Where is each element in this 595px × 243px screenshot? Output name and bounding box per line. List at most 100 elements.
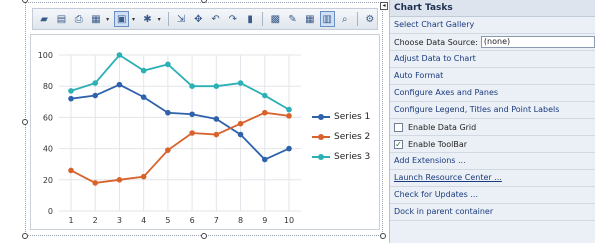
- x-tick-label: 9: [262, 216, 267, 225]
- data-point: [189, 83, 195, 89]
- dock-parent-link[interactable]: Dock in parent container: [390, 204, 595, 221]
- data-point: [140, 94, 147, 100]
- add-extensions-link[interactable]: Add Extensions ...: [390, 153, 595, 170]
- chart-type-icon[interactable]: ▦: [89, 11, 103, 27]
- chart-toolbar: ▰ ▤ ⎙ ▦ ▾ ▣ ▾ ✱ ▾ ⇲ ✥ ↶ ↷ ▮ ▩ ✎ ▦ ▥ ⌕ ⚙: [32, 8, 378, 30]
- data-source-label: Choose Data Source:: [394, 37, 478, 47]
- chevron-down-icon[interactable]: ▾: [158, 16, 163, 23]
- zoom-icon[interactable]: ⌕: [338, 11, 352, 27]
- enable-data-grid-checkbox[interactable]: [394, 122, 403, 132]
- toolbar-separator: [262, 12, 264, 26]
- gallery-icon[interactable]: ▩: [268, 11, 282, 27]
- select-chart-gallery-link[interactable]: Select Chart Gallery: [390, 17, 595, 34]
- x-tick-label: 8: [238, 216, 243, 225]
- legend-swatch: [312, 132, 330, 142]
- resize-handle-bottom-right[interactable]: [380, 233, 386, 239]
- toolbar-separator: [356, 12, 358, 26]
- x-tick-label: 1: [68, 216, 73, 225]
- chevron-down-icon[interactable]: ▾: [106, 16, 111, 23]
- palette-icon[interactable]: ▣: [114, 11, 129, 27]
- data-point: [189, 111, 195, 118]
- configure-legend-link[interactable]: Configure Legend, Titles and Point Label…: [390, 102, 595, 119]
- data-point: [140, 67, 147, 74]
- chevron-down-icon[interactable]: ▾: [132, 16, 137, 23]
- data-point: [165, 147, 171, 153]
- data-point: [213, 116, 220, 122]
- x-tick-label: 5: [165, 216, 170, 225]
- smart-tag-icon[interactable]: ◂: [380, 2, 388, 10]
- data-point: [286, 145, 292, 152]
- y-tick-label: 100: [38, 51, 53, 60]
- data-point: [116, 81, 123, 88]
- series-line-2: [70, 111, 290, 184]
- launch-resource-center-label: Launch Resource Center ...: [394, 173, 502, 182]
- data-point: [116, 177, 123, 183]
- data-point: [237, 131, 244, 138]
- data-point: [92, 180, 99, 186]
- legend-label: Series 2: [334, 132, 371, 142]
- data-point: [68, 167, 74, 174]
- adjust-data-link[interactable]: Adjust Data to Chart: [390, 51, 595, 68]
- data-point: [213, 131, 220, 138]
- data-point: [165, 109, 171, 116]
- legend-swatch: [312, 152, 330, 162]
- data-point: [140, 173, 147, 180]
- enable-toolbar-label: Enable ToolBar: [408, 139, 468, 149]
- enable-toolbar-row[interactable]: ✓ Enable ToolBar: [390, 136, 595, 153]
- data-point: [237, 80, 244, 86]
- legend-item-series-3: Series 3: [312, 147, 374, 167]
- enable-data-grid-label: Enable Data Grid: [408, 122, 477, 132]
- resize-handle-bottom[interactable]: [201, 233, 207, 239]
- resize-handle-bottom-left[interactable]: [22, 233, 28, 239]
- x-tick-label: 4: [141, 216, 146, 225]
- toolbar-separator: [167, 12, 169, 26]
- grid-icon[interactable]: ▦: [303, 11, 317, 27]
- launch-resource-center-link[interactable]: Launch Resource Center ...: [390, 170, 595, 187]
- legend-label: Series 3: [334, 152, 371, 162]
- resize-handle-left[interactable]: [22, 119, 28, 125]
- legend-swatch: [312, 112, 330, 122]
- properties-icon[interactable]: ⚙: [363, 11, 377, 27]
- series-lines: [68, 52, 292, 186]
- data-point: [261, 156, 268, 163]
- data-source-select[interactable]: (none) ▾: [480, 36, 595, 48]
- data-point: [237, 120, 244, 127]
- rotate-left-icon[interactable]: ↶: [208, 11, 222, 27]
- style-icon[interactable]: ✱: [140, 11, 154, 27]
- data-point: [68, 95, 74, 102]
- legend-item-series-1: Series 1: [312, 107, 374, 127]
- wizard-icon[interactable]: ✎: [285, 11, 299, 27]
- data-point: [189, 130, 195, 136]
- y-tick-label: 0: [48, 207, 53, 216]
- data-point: [92, 92, 99, 99]
- 3d-icon[interactable]: ▮: [243, 11, 257, 27]
- move-icon[interactable]: ✥: [191, 11, 205, 27]
- data-point: [213, 83, 220, 89]
- y-tick-label: 20: [43, 176, 53, 185]
- chart-tasks-panel: Chart Tasks Select Chart Gallery Choose …: [389, 0, 595, 243]
- data-grid-icon[interactable]: ▥: [320, 11, 335, 27]
- configure-axes-link[interactable]: Configure Axes and Panes: [390, 85, 595, 102]
- x-tick-label: 6: [190, 216, 195, 225]
- data-source-row: Choose Data Source: (none) ▾: [390, 34, 595, 51]
- x-tick-label: 10: [284, 216, 294, 225]
- enable-data-grid-row[interactable]: Enable Data Grid: [390, 119, 595, 136]
- legend-item-series-2: Series 2: [312, 127, 374, 147]
- data-point: [116, 52, 123, 58]
- auto-format-link[interactable]: Auto Format: [390, 68, 595, 85]
- data-icon[interactable]: ⇲: [174, 11, 188, 27]
- chart-control[interactable]: ▰ ▤ ⎙ ▦ ▾ ▣ ▾ ✱ ▾ ⇲ ✥ ↶ ↷ ▮ ▩ ✎ ▦ ▥ ⌕ ⚙ …: [0, 0, 388, 243]
- data-point: [68, 88, 74, 94]
- x-tick-label: 3: [117, 216, 122, 225]
- check-updates-link[interactable]: Check for Updates ...: [390, 187, 595, 204]
- chart-legend[interactable]: Series 1 Series 2 Series 3: [312, 107, 374, 169]
- open-icon[interactable]: ▤: [54, 11, 68, 27]
- axes: 0 20 40 60 80 100 1 2 3 4 5 6 7 8 9 10: [38, 51, 294, 225]
- enable-toolbar-checkbox[interactable]: ✓: [394, 139, 403, 149]
- data-source-value: (none): [483, 37, 511, 46]
- print-icon[interactable]: ⎙: [72, 11, 86, 27]
- data-point: [261, 109, 268, 116]
- new-icon[interactable]: ▰: [37, 11, 51, 27]
- x-tick-label: 7: [214, 216, 219, 225]
- rotate-right-icon[interactable]: ↷: [226, 11, 240, 27]
